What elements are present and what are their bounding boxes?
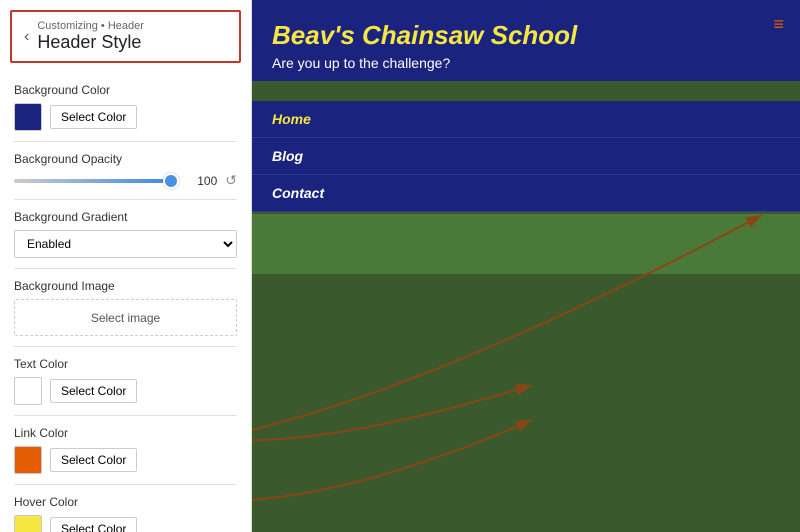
- background-color-row: Select Color: [14, 103, 237, 131]
- background-gradient-label: Background Gradient: [14, 210, 237, 224]
- opacity-slider-row: 100 ↺: [14, 172, 237, 189]
- gradient-select[interactable]: Enabled Disabled: [14, 230, 237, 258]
- back-button[interactable]: ‹: [24, 29, 29, 45]
- page-title: Header Style: [37, 32, 144, 53]
- text-color-row: Select Color: [14, 377, 237, 405]
- link-color-section: Link Color Select Color: [0, 416, 251, 484]
- preview-header: ≡ Beav's Chainsaw School Are you up to t…: [252, 0, 800, 81]
- background-opacity-section: Background Opacity 100 ↺: [0, 142, 251, 199]
- text-color-button[interactable]: Select Color: [50, 379, 137, 403]
- site-tagline: Are you up to the challenge?: [272, 55, 780, 71]
- text-color-section: Text Color Select Color: [0, 347, 251, 415]
- background-color-button[interactable]: Select Color: [50, 105, 137, 129]
- link-color-swatch[interactable]: [14, 446, 42, 474]
- breadcrumb: Customizing • Header: [37, 20, 144, 32]
- opacity-slider[interactable]: [14, 179, 179, 183]
- select-image-label: Select image: [91, 311, 160, 325]
- background-image-section: Background Image Select image: [0, 269, 251, 346]
- hamburger-icon[interactable]: ≡: [773, 14, 784, 35]
- site-title: Beav's Chainsaw School: [272, 20, 780, 51]
- background-image-label: Background Image: [14, 279, 237, 293]
- background-color-label: Background Color: [14, 83, 237, 97]
- preview-panel: ≡ Beav's Chainsaw School Are you up to t…: [252, 0, 800, 532]
- green-strip: [252, 214, 800, 274]
- background-gradient-section: Background Gradient Enabled Disabled: [0, 200, 251, 268]
- header-title-block: Customizing • Header Header Style: [37, 20, 144, 53]
- background-color-swatch[interactable]: [14, 103, 42, 131]
- background-opacity-label: Background Opacity: [14, 152, 237, 166]
- panel-header: ‹ Customizing • Header Header Style: [10, 10, 241, 63]
- image-select-box[interactable]: Select image: [14, 299, 237, 336]
- refresh-icon[interactable]: ↺: [225, 172, 237, 189]
- customizer-panel: ‹ Customizing • Header Header Style Back…: [0, 0, 252, 532]
- hover-color-section: Hover Color Select Color: [0, 485, 251, 532]
- nav-item-blog[interactable]: Blog: [252, 138, 800, 175]
- link-color-button[interactable]: Select Color: [50, 448, 137, 472]
- hover-color-row: Select Color: [14, 515, 237, 532]
- hover-color-label: Hover Color: [14, 495, 237, 509]
- text-color-label: Text Color: [14, 357, 237, 371]
- nav-item-contact[interactable]: Contact: [252, 175, 800, 212]
- link-color-label: Link Color: [14, 426, 237, 440]
- link-color-row: Select Color: [14, 446, 237, 474]
- hover-color-button[interactable]: Select Color: [50, 517, 137, 532]
- text-color-swatch[interactable]: [14, 377, 42, 405]
- opacity-value: 100: [187, 174, 217, 188]
- hover-color-swatch[interactable]: [14, 515, 42, 532]
- nav-item-home[interactable]: Home: [252, 101, 800, 138]
- background-color-section: Background Color Select Color: [0, 73, 251, 141]
- nav-section: Home Blog Contact: [252, 101, 800, 212]
